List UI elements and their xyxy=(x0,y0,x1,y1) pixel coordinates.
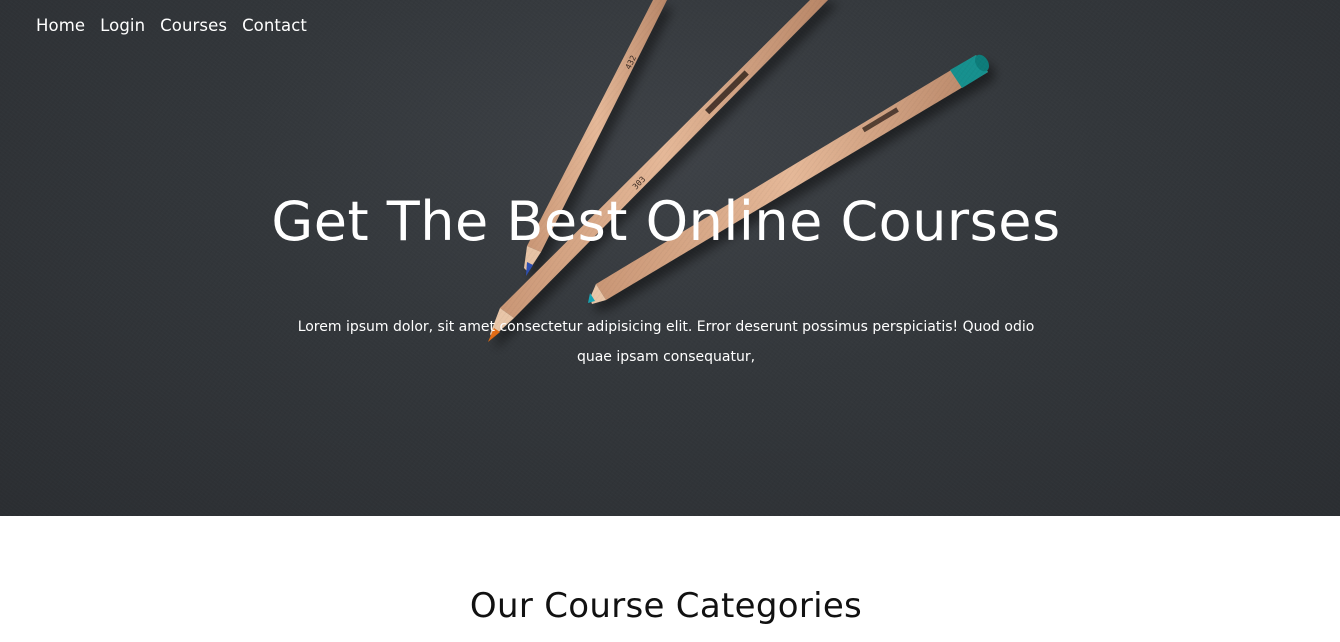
hero-title: Get The Best Online Courses xyxy=(271,190,1061,253)
nav-home-link[interactable]: Home xyxy=(36,16,85,35)
orange-pencil: 303 xyxy=(488,0,828,342)
nav-login-link[interactable]: Login xyxy=(100,16,145,35)
course-categories-heading: Our Course Categories xyxy=(469,586,863,626)
hero-description: Lorem ipsum dolor, sit amet consectetur … xyxy=(297,319,1035,365)
nav-courses-link[interactable]: Courses xyxy=(160,16,227,35)
hero-banner: 432 303 Home Login Courses Contact Get T… xyxy=(0,0,1340,516)
main-nav: Home Login Courses Contact xyxy=(36,16,307,35)
nav-contact-link[interactable]: Contact xyxy=(242,16,307,35)
pencils-background-image: 432 303 xyxy=(488,0,989,342)
